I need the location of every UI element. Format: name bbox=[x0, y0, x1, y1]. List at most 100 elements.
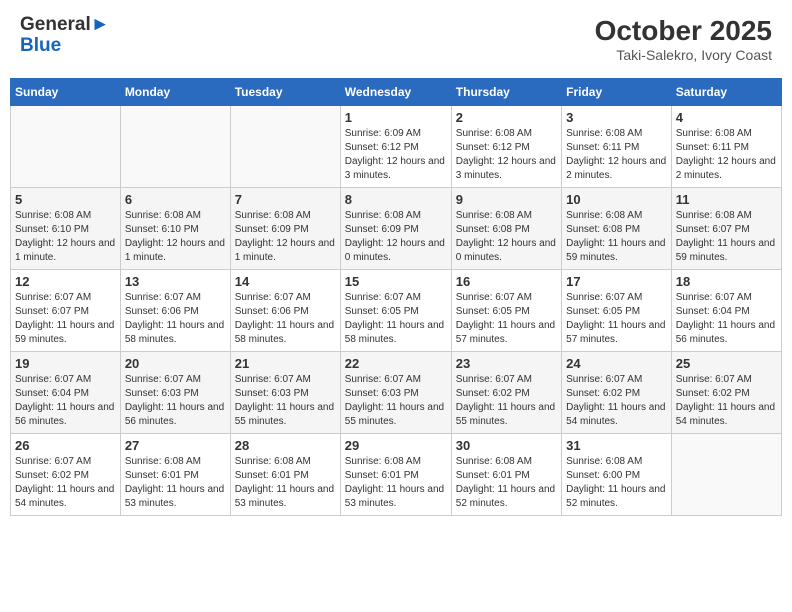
day-info: Sunrise: 6:08 AM Sunset: 6:10 PM Dayligh… bbox=[15, 209, 116, 265]
weekday-header: Saturday bbox=[671, 79, 781, 106]
calendar-cell: 25Sunrise: 6:07 AM Sunset: 6:02 PM Dayli… bbox=[671, 352, 781, 434]
weekday-header: Monday bbox=[120, 79, 230, 106]
day-info: Sunrise: 6:07 AM Sunset: 6:07 PM Dayligh… bbox=[15, 291, 116, 347]
calendar-cell: 6 Sunrise: 6:08 AM Sunset: 6:10 PM Daylig… bbox=[120, 188, 230, 270]
calendar-week-row: 1 Sunrise: 6:09 AM Sunset: 6:12 PM Daylig… bbox=[11, 106, 782, 188]
day-number: 18 bbox=[676, 274, 777, 289]
day-number: 30 bbox=[456, 438, 557, 453]
day-number: 11 bbox=[676, 192, 777, 207]
day-number: 27 bbox=[125, 438, 226, 453]
calendar-cell: 27 Sunrise: 6:08 AM Sunset: 6:01 PM Dayli… bbox=[120, 434, 230, 516]
calendar-cell: 29Sunrise: 6:08 AM Sunset: 6:01 PM Dayli… bbox=[340, 434, 451, 516]
calendar-cell: 5 Sunrise: 6:08 AM Sunset: 6:10 PM Daylig… bbox=[11, 188, 121, 270]
day-number: 28 bbox=[235, 438, 336, 453]
day-info: Sunrise: 6:07 AM Sunset: 6:04 PM Dayligh… bbox=[15, 373, 116, 429]
calendar-cell: 10 Sunrise: 6:08 AM Sunset: 6:08 PM Dayli… bbox=[562, 188, 672, 270]
day-number: 4 bbox=[676, 110, 777, 125]
calendar-cell: 23Sunrise: 6:07 AM Sunset: 6:02 PM Dayli… bbox=[451, 352, 561, 434]
day-info: Sunrise: 6:07 AM Sunset: 6:03 PM Dayligh… bbox=[235, 373, 336, 429]
calendar-cell: 4 Sunrise: 6:08 AM Sunset: 6:11 PM Daylig… bbox=[671, 106, 781, 188]
calendar-cell: 22 Sunrise: 6:07 AM Sunset: 6:03 PM Dayli… bbox=[340, 352, 451, 434]
calendar-cell bbox=[120, 106, 230, 188]
calendar-cell bbox=[671, 434, 781, 516]
day-info: Sunrise: 6:08 AM Sunset: 6:00 PM Dayligh… bbox=[566, 455, 667, 511]
day-number: 29 bbox=[345, 438, 447, 453]
day-info: Sunrise: 6:08 AM Sunset: 6:09 PM Dayligh… bbox=[345, 209, 447, 265]
day-info: Sunrise: 6:08 AM Sunset: 6:01 PM Dayligh… bbox=[125, 455, 226, 511]
day-info: Sunrise: 6:09 AM Sunset: 6:12 PM Dayligh… bbox=[345, 127, 447, 183]
weekday-header: Tuesday bbox=[230, 79, 340, 106]
day-info: Sunrise: 6:08 AM Sunset: 6:12 PM Dayligh… bbox=[456, 127, 557, 183]
calendar-cell: 17 Sunrise: 6:07 AM Sunset: 6:05 PM Dayli… bbox=[562, 270, 672, 352]
calendar-subtitle: Taki-Salekro, Ivory Coast bbox=[595, 47, 772, 63]
title-block: October 2025 Taki-Salekro, Ivory Coast bbox=[595, 15, 772, 63]
calendar-cell: 28 Sunrise: 6:08 AM Sunset: 6:01 PM Dayli… bbox=[230, 434, 340, 516]
calendar-cell: 21Sunrise: 6:07 AM Sunset: 6:03 PM Dayli… bbox=[230, 352, 340, 434]
calendar-cell: 13 Sunrise: 6:07 AM Sunset: 6:06 PM Dayli… bbox=[120, 270, 230, 352]
day-number: 1 bbox=[345, 110, 447, 125]
day-number: 9 bbox=[456, 192, 557, 207]
calendar-cell: 8Sunrise: 6:08 AM Sunset: 6:09 PM Daylig… bbox=[340, 188, 451, 270]
day-number: 12 bbox=[15, 274, 116, 289]
calendar-week-row: 19 Sunrise: 6:07 AM Sunset: 6:04 PM Dayli… bbox=[11, 352, 782, 434]
day-number: 16 bbox=[456, 274, 557, 289]
day-number: 13 bbox=[125, 274, 226, 289]
calendar-cell: 9Sunrise: 6:08 AM Sunset: 6:08 PM Daylig… bbox=[451, 188, 561, 270]
day-number: 17 bbox=[566, 274, 667, 289]
calendar-cell: 30 Sunrise: 6:08 AM Sunset: 6:01 PM Dayli… bbox=[451, 434, 561, 516]
day-info: Sunrise: 6:07 AM Sunset: 6:02 PM Dayligh… bbox=[566, 373, 667, 429]
day-info: Sunrise: 6:07 AM Sunset: 6:06 PM Dayligh… bbox=[235, 291, 336, 347]
day-number: 10 bbox=[566, 192, 667, 207]
day-number: 2 bbox=[456, 110, 557, 125]
logo-blue: Blue bbox=[20, 35, 61, 56]
day-info: Sunrise: 6:07 AM Sunset: 6:06 PM Dayligh… bbox=[125, 291, 226, 347]
day-number: 22 bbox=[345, 356, 447, 371]
page-header: General► Blue October 2025 Taki-Salekro,… bbox=[10, 10, 782, 68]
calendar-cell: 7Sunrise: 6:08 AM Sunset: 6:09 PM Daylig… bbox=[230, 188, 340, 270]
calendar-cell: 20 Sunrise: 6:07 AM Sunset: 6:03 PM Dayli… bbox=[120, 352, 230, 434]
day-info: Sunrise: 6:08 AM Sunset: 6:10 PM Dayligh… bbox=[125, 209, 226, 265]
day-info: Sunrise: 6:08 AM Sunset: 6:11 PM Dayligh… bbox=[676, 127, 777, 183]
day-info: Sunrise: 6:07 AM Sunset: 6:02 PM Dayligh… bbox=[456, 373, 557, 429]
weekday-header: Friday bbox=[562, 79, 672, 106]
logo: General► Blue bbox=[20, 15, 110, 57]
day-number: 14 bbox=[235, 274, 336, 289]
day-number: 20 bbox=[125, 356, 226, 371]
weekday-row: SundayMondayTuesdayWednesdayThursdayFrid… bbox=[11, 79, 782, 106]
calendar-cell: 31 Sunrise: 6:08 AM Sunset: 6:00 PM Dayli… bbox=[562, 434, 672, 516]
day-number: 26 bbox=[15, 438, 116, 453]
calendar-cell: 14 Sunrise: 6:07 AM Sunset: 6:06 PM Dayli… bbox=[230, 270, 340, 352]
day-info: Sunrise: 6:07 AM Sunset: 6:05 PM Dayligh… bbox=[345, 291, 447, 347]
weekday-header: Wednesday bbox=[340, 79, 451, 106]
calendar-cell bbox=[230, 106, 340, 188]
calendar-week-row: 26 Sunrise: 6:07 AM Sunset: 6:02 PM Dayli… bbox=[11, 434, 782, 516]
calendar-cell: 24 Sunrise: 6:07 AM Sunset: 6:02 PM Dayli… bbox=[562, 352, 672, 434]
day-number: 19 bbox=[15, 356, 116, 371]
day-info: Sunrise: 6:08 AM Sunset: 6:09 PM Dayligh… bbox=[235, 209, 336, 265]
day-number: 15 bbox=[345, 274, 447, 289]
day-info: Sunrise: 6:07 AM Sunset: 6:03 PM Dayligh… bbox=[345, 373, 447, 429]
day-number: 3 bbox=[566, 110, 667, 125]
day-info: Sunrise: 6:08 AM Sunset: 6:11 PM Dayligh… bbox=[566, 127, 667, 183]
calendar-week-row: 5 Sunrise: 6:08 AM Sunset: 6:10 PM Daylig… bbox=[11, 188, 782, 270]
calendar-cell: 19 Sunrise: 6:07 AM Sunset: 6:04 PM Dayli… bbox=[11, 352, 121, 434]
calendar-body: 1 Sunrise: 6:09 AM Sunset: 6:12 PM Daylig… bbox=[11, 106, 782, 516]
calendar-header: SundayMondayTuesdayWednesdayThursdayFrid… bbox=[11, 79, 782, 106]
calendar-week-row: 12 Sunrise: 6:07 AM Sunset: 6:07 PM Dayli… bbox=[11, 270, 782, 352]
calendar-cell: 15 Sunrise: 6:07 AM Sunset: 6:05 PM Dayli… bbox=[340, 270, 451, 352]
day-number: 5 bbox=[15, 192, 116, 207]
calendar-cell: 11Sunrise: 6:08 AM Sunset: 6:07 PM Dayli… bbox=[671, 188, 781, 270]
day-info: Sunrise: 6:08 AM Sunset: 6:01 PM Dayligh… bbox=[456, 455, 557, 511]
calendar-cell bbox=[11, 106, 121, 188]
weekday-header: Thursday bbox=[451, 79, 561, 106]
day-number: 24 bbox=[566, 356, 667, 371]
day-info: Sunrise: 6:07 AM Sunset: 6:02 PM Dayligh… bbox=[15, 455, 116, 511]
day-number: 6 bbox=[125, 192, 226, 207]
day-number: 31 bbox=[566, 438, 667, 453]
day-info: Sunrise: 6:07 AM Sunset: 6:05 PM Dayligh… bbox=[566, 291, 667, 347]
logo-general: General bbox=[20, 14, 91, 35]
day-info: Sunrise: 6:08 AM Sunset: 6:08 PM Dayligh… bbox=[566, 209, 667, 265]
weekday-header: Sunday bbox=[11, 79, 121, 106]
day-info: Sunrise: 6:08 AM Sunset: 6:01 PM Dayligh… bbox=[235, 455, 336, 511]
day-info: Sunrise: 6:07 AM Sunset: 6:03 PM Dayligh… bbox=[125, 373, 226, 429]
